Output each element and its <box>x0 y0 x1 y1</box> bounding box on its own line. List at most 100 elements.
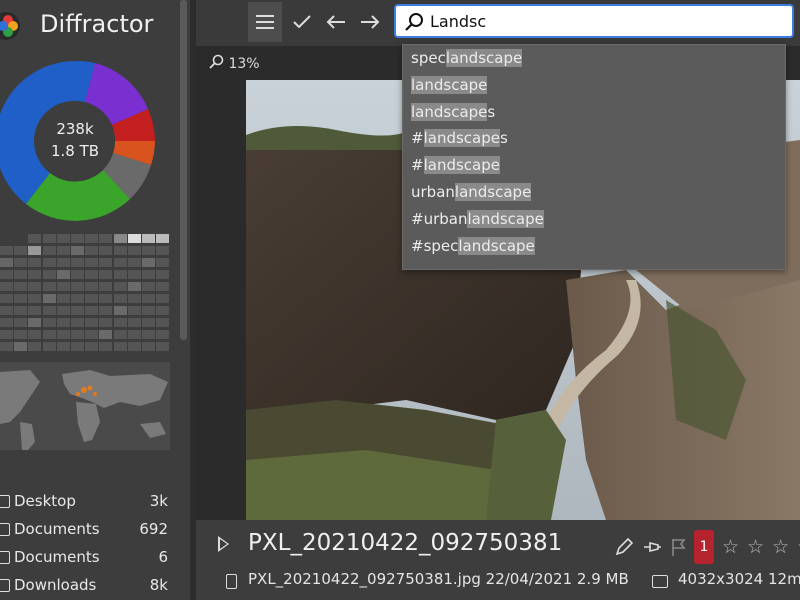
heatmap-cell[interactable] <box>99 282 113 291</box>
star-icon[interactable]: ☆ <box>722 536 739 558</box>
folder-item[interactable]: Downloads 8k <box>0 572 172 600</box>
suggestion-item[interactable]: speclandscape <box>403 45 785 72</box>
heatmap-cell[interactable] <box>156 318 170 327</box>
search-input[interactable] <box>430 10 780 32</box>
heatmap-cell[interactable] <box>142 258 155 267</box>
heatmap-cell[interactable] <box>42 294 56 303</box>
heatmap-cell[interactable] <box>14 294 28 303</box>
heatmap-cell[interactable] <box>71 270 84 279</box>
heatmap-cell[interactable] <box>0 342 13 351</box>
suggestion-item[interactable]: urbanlandscape <box>403 179 785 206</box>
heatmap-cell[interactable] <box>71 258 84 267</box>
heatmap-cell[interactable] <box>14 258 28 267</box>
heatmap-cell[interactable] <box>28 330 42 339</box>
edit-icon[interactable] <box>614 537 634 557</box>
heatmap-cell[interactable] <box>56 306 70 315</box>
heatmap-cell[interactable] <box>142 318 155 327</box>
heatmap-cell[interactable] <box>99 342 113 351</box>
heatmap-cell[interactable] <box>142 282 155 291</box>
heatmap-cell[interactable] <box>0 246 13 255</box>
world-map[interactable] <box>0 362 170 450</box>
heatmap-cell[interactable] <box>113 282 127 291</box>
suggestion-item[interactable]: #urbanlandscape <box>403 206 785 233</box>
suggestion-item[interactable]: landscape <box>403 72 785 99</box>
heatmap-cell[interactable] <box>85 234 99 243</box>
heatmap-cell[interactable] <box>142 306 155 315</box>
search-box[interactable] <box>394 4 794 38</box>
heatmap-cell[interactable] <box>127 294 141 303</box>
zoom-indicator[interactable]: 13% <box>208 54 260 72</box>
heatmap-cell[interactable] <box>156 234 170 243</box>
heatmap-cell[interactable] <box>113 246 127 255</box>
heatmap-cell[interactable] <box>28 294 42 303</box>
star-icon[interactable]: ☆ <box>772 536 789 558</box>
heatmap-cell[interactable] <box>127 258 141 267</box>
heatmap-cell[interactable] <box>0 318 13 327</box>
heatmap-cell[interactable] <box>99 234 113 243</box>
heatmap-cell[interactable] <box>71 234 84 243</box>
heatmap-cell[interactable] <box>127 306 141 315</box>
heatmap-cell[interactable] <box>99 330 113 339</box>
suggestion-item[interactable]: #landscape <box>403 152 785 179</box>
heatmap-cell[interactable] <box>85 330 99 339</box>
heatmap-cell[interactable] <box>85 246 99 255</box>
heatmap-cell[interactable] <box>14 306 28 315</box>
heatmap-cell[interactable] <box>14 246 28 255</box>
heatmap-cell[interactable] <box>71 282 84 291</box>
menu-button[interactable] <box>248 2 282 42</box>
heatmap-cell[interactable] <box>99 318 113 327</box>
heatmap-cell[interactable] <box>0 270 13 279</box>
heatmap-cell[interactable] <box>99 270 113 279</box>
heatmap-cell[interactable] <box>14 330 28 339</box>
heatmap-cell[interactable] <box>113 234 127 243</box>
heatmap-cell[interactable] <box>28 306 42 315</box>
heatmap-cell[interactable] <box>14 282 28 291</box>
heatmap-cell[interactable] <box>28 270 42 279</box>
heatmap-cell[interactable] <box>71 306 84 315</box>
heatmap-cell[interactable] <box>42 234 56 243</box>
heatmap-cell[interactable] <box>113 294 127 303</box>
heatmap-cell[interactable] <box>142 342 155 351</box>
forward-button[interactable] <box>354 6 386 38</box>
suggestion-item[interactable]: landscapes <box>403 99 785 126</box>
heatmap-cell[interactable] <box>127 318 141 327</box>
heatmap-cell[interactable] <box>113 318 127 327</box>
heatmap-cell[interactable] <box>113 330 127 339</box>
heatmap-cell[interactable] <box>28 342 42 351</box>
heatmap-cell[interactable] <box>99 258 113 267</box>
heatmap-cell[interactable] <box>71 246 84 255</box>
heatmap-cell[interactable] <box>14 318 28 327</box>
heatmap-cell[interactable] <box>42 246 56 255</box>
flag-count-badge[interactable]: 1 <box>694 530 714 564</box>
folder-item[interactable]: Desktop 3k <box>0 488 172 516</box>
heatmap-cell[interactable] <box>71 330 84 339</box>
heatmap-cell[interactable] <box>0 258 13 267</box>
heatmap-cell[interactable] <box>71 294 84 303</box>
heatmap-cell[interactable] <box>99 294 113 303</box>
heatmap-cell[interactable] <box>0 282 13 291</box>
heatmap-cell[interactable] <box>85 318 99 327</box>
heatmap-cell[interactable] <box>71 342 84 351</box>
pin-icon[interactable] <box>642 537 662 557</box>
heatmap-cell[interactable] <box>156 246 170 255</box>
heatmap-cell[interactable] <box>42 342 56 351</box>
heatmap-cell[interactable] <box>156 294 170 303</box>
heatmap-cell[interactable] <box>85 342 99 351</box>
heatmap-cell[interactable] <box>156 270 170 279</box>
heatmap-cell[interactable] <box>28 318 42 327</box>
heatmap-cell[interactable] <box>85 294 99 303</box>
date-heatmap[interactable] <box>0 234 170 354</box>
heatmap-cell[interactable] <box>14 342 28 351</box>
heatmap-cell[interactable] <box>28 246 42 255</box>
heatmap-cell[interactable] <box>0 306 13 315</box>
star-icon[interactable]: ☆ <box>747 536 764 558</box>
heatmap-cell[interactable] <box>85 270 99 279</box>
heatmap-cell[interactable] <box>156 330 170 339</box>
flag-icon[interactable] <box>670 537 686 557</box>
heatmap-cell[interactable] <box>156 258 170 267</box>
heatmap-cell[interactable] <box>28 234 42 243</box>
heatmap-cell[interactable] <box>56 270 70 279</box>
heatmap-cell[interactable] <box>56 294 70 303</box>
heatmap-cell[interactable] <box>127 342 141 351</box>
heatmap-cell[interactable] <box>142 270 155 279</box>
